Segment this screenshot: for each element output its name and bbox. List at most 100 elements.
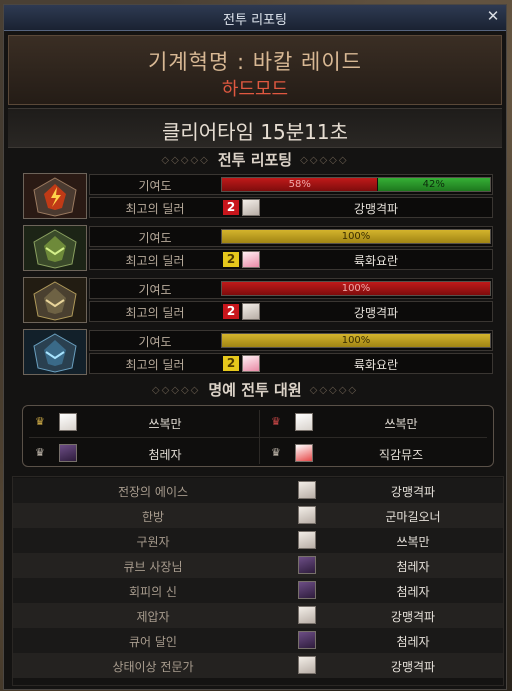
member-name: 쓰복만 <box>148 417 182 431</box>
contribution-label: 기여도 <box>138 335 172 349</box>
contribution-percent: 58% <box>288 179 311 190</box>
member-avatar <box>59 444 77 462</box>
contribution-bar: 100% <box>221 281 491 296</box>
member-avatar <box>295 444 313 462</box>
red-mech-boss-icon <box>23 173 87 219</box>
honor-members-panel: ♛ 쓰복만 ♛ 쓰복만 ♛ 첨레자 ♛ 직감뮤즈 <box>22 405 494 467</box>
contribution-label: 기여도 <box>138 283 172 297</box>
contribution-bar: 100% <box>221 229 491 244</box>
red-crown-icon: ♛ <box>271 415 281 428</box>
top-dealer-label: 최고의 딜러 <box>125 306 185 320</box>
raid-difficulty: 하드모드 <box>221 79 289 100</box>
top-dealer-row: 최고의 딜러 2 강맹격파 <box>89 197 493 218</box>
member-avatar <box>295 413 313 431</box>
divider <box>29 437 487 438</box>
gold-crown-icon: ♛ <box>35 415 45 428</box>
blue-mech-boss-icon <box>23 329 87 375</box>
award-row: 큐어 달인 첨레자 <box>13 628 503 653</box>
member-avatar <box>59 413 77 431</box>
top-dealer-row: 최고의 딜러 2 륙화요란 <box>89 249 493 270</box>
raid-header: 기계혁명 : 바칼 레이드 하드모드 <box>8 35 502 105</box>
battle-report-window: 전투 리포팅 ✕ 기계혁명 : 바칼 레이드 하드모드 클리어타임 15분11초… <box>3 4 507 690</box>
boss-report-4: 기여도 100% 최고의 딜러 2 륙화요란 <box>23 329 493 375</box>
silver-crown-icon: ♛ <box>35 446 45 459</box>
team-badge-yellow: 2 <box>223 356 239 371</box>
award-row: 전장의 에이스 강맹격파 <box>13 478 503 503</box>
award-row: 제압자 강맹격파 <box>13 603 503 628</box>
contribution-percent: 100% <box>341 283 371 294</box>
contribution-percent: 42% <box>422 179 445 190</box>
honor-section-title: ◇◇◇◇◇ 명예 전투 대원 ◇◇◇◇◇ <box>151 381 359 399</box>
award-name: 한방 <box>141 510 165 524</box>
player-avatar <box>298 531 316 549</box>
ornament-left-icon: ◇◇◇◇◇ <box>161 155 210 166</box>
award-name: 회피의 신 <box>129 585 177 599</box>
clear-time-banner: 클리어타임 15분11초 <box>8 108 502 148</box>
player-name: 첨레자 <box>396 635 430 649</box>
top-dealer-row: 최고의 딜러 2 강맹격파 <box>89 301 493 322</box>
player-name: 강맹격파 <box>390 610 436 624</box>
award-name: 제압자 <box>136 610 170 624</box>
contribution-percent: 100% <box>341 231 371 242</box>
contribution-label: 기여도 <box>138 179 172 193</box>
honor-member[interactable]: ♛ 쓰복만 <box>259 408 493 436</box>
player-avatar <box>298 581 316 599</box>
award-name: 큐어 달인 <box>129 635 177 649</box>
team-badge-red: 2 <box>223 200 239 215</box>
dealer-avatar <box>242 251 260 268</box>
gold-mech-boss-icon <box>23 277 87 323</box>
player-name: 강맹격파 <box>390 660 436 674</box>
award-row: 큐브 사장님 첨레자 <box>13 553 503 578</box>
dealer-avatar <box>242 355 260 372</box>
contribution-bar: 100% <box>221 333 491 348</box>
member-name: 첨레자 <box>148 448 182 462</box>
award-row: 구원자 쓰복만 <box>13 528 503 553</box>
window-title: 전투 리포팅 <box>223 13 287 28</box>
dealer-avatar <box>242 199 260 216</box>
contribution-row: 기여도 100% <box>89 330 493 351</box>
top-dealer-row: 최고의 딜러 2 륙화요란 <box>89 353 493 374</box>
awards-list: 전장의 에이스 강맹격파 한방 군마길오너 구원자 쓰복만 큐브 사장님 첨레자… <box>12 476 504 686</box>
player-name: 강맹격파 <box>390 485 436 499</box>
player-avatar <box>298 606 316 624</box>
award-row: 상태이상 전문가 강맹격파 <box>13 653 503 678</box>
top-dealer-label: 최고의 딜러 <box>125 254 185 268</box>
contribution-bar: 58% 42% <box>221 177 491 192</box>
award-row: 한방 군마길오너 <box>13 503 503 528</box>
contribution-row: 기여도 100% <box>89 278 493 299</box>
contribution-row: 기여도 58% 42% <box>89 174 493 195</box>
dealer-avatar <box>242 303 260 320</box>
award-name: 상태이상 전문가 <box>112 660 194 674</box>
award-name: 전장의 에이스 <box>117 485 189 499</box>
honor-member[interactable]: ♛ 쓰복만 <box>23 408 257 436</box>
player-name: 군마길오너 <box>385 510 441 524</box>
ornament-right-icon: ◇◇◇◇◇ <box>300 155 349 166</box>
award-row: 회피의 신 첨레자 <box>13 578 503 603</box>
top-dealer-label: 최고의 딜러 <box>125 358 185 372</box>
honor-member[interactable]: ♛ 첨레자 <box>23 439 257 467</box>
player-name: 첨레자 <box>396 560 430 574</box>
top-dealer-label: 최고의 딜러 <box>125 202 185 216</box>
team-badge-red: 2 <box>223 304 239 319</box>
silver-crown-icon: ♛ <box>271 446 281 459</box>
close-icon[interactable]: ✕ <box>485 8 501 24</box>
honor-member[interactable]: ♛ 직감뮤즈 <box>259 439 493 467</box>
top-dealer-name: 강맹격파 <box>353 306 399 320</box>
player-name: 첨레자 <box>396 585 430 599</box>
top-dealer-name: 륙화요란 <box>353 254 399 268</box>
ornament-left-icon: ◇◇◇◇◇ <box>151 385 201 396</box>
boss-report-3: 기여도 100% 최고의 딜러 2 강맹격파 <box>23 277 493 323</box>
contribution-row: 기여도 100% <box>89 226 493 247</box>
raid-name: 기계혁명 : 바칼 레이드 <box>148 50 362 74</box>
green-mech-boss-icon <box>23 225 87 271</box>
boss-report-2: 기여도 100% 최고의 딜러 2 륙화요란 <box>23 225 493 271</box>
player-avatar <box>298 556 316 574</box>
boss-report-1: 기여도 58% 42% 최고의 딜러 2 강맹격파 <box>23 173 493 219</box>
player-avatar <box>298 506 316 524</box>
clear-time: 클리어타임 15분11초 <box>161 120 349 144</box>
contribution-percent: 100% <box>341 335 371 346</box>
ornament-right-icon: ◇◇◇◇◇ <box>309 385 359 396</box>
top-dealer-name: 강맹격파 <box>353 202 399 216</box>
member-name: 쓰복만 <box>384 417 418 431</box>
title-bar[interactable]: 전투 리포팅 ✕ <box>4 5 506 31</box>
